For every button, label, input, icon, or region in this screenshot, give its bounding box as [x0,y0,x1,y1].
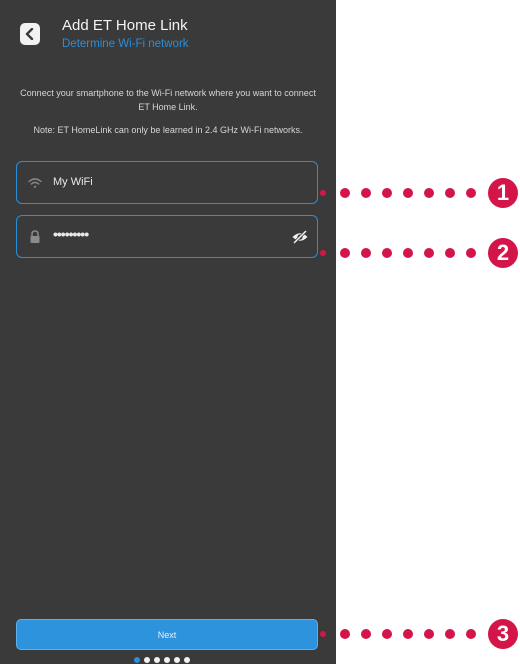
callout-number: 2 [488,238,518,268]
page-dot [174,657,180,663]
callout-1: 1 [320,178,520,208]
callout-number: 1 [488,178,518,208]
page-dot [154,657,160,663]
password-value: ••••••••• [53,226,89,242]
page-subtitle: Determine Wi-Fi network [62,38,189,50]
back-button[interactable] [20,23,40,45]
app-screen: Add ET Home Link Determine Wi-Fi network… [0,0,336,664]
page-dot [164,657,170,663]
dotted-leader-line [320,629,476,639]
note-text: Note: ET HomeLink can only be learned in… [33,125,303,135]
intro-text: Connect your smartphone to the Wi-Fi net… [20,88,316,112]
page-dot [134,657,140,663]
callout-number: 3 [488,619,518,649]
dotted-leader-line [320,248,476,258]
eye-slash-icon[interactable] [291,228,309,246]
wifi-icon [28,178,42,188]
page-title: Add ET Home Link [62,17,188,34]
page-dot [144,657,150,663]
page-indicator [134,657,190,663]
wifi-network-field[interactable]: My WiFi [16,161,318,204]
password-field[interactable]: ••••••••• [16,215,318,258]
next-button[interactable]: Next [16,619,318,650]
chevron-left-icon [25,28,34,40]
wifi-network-value: My WiFi [53,176,93,188]
callout-3: 3 [320,619,520,649]
callout-2: 2 [320,238,520,268]
lock-icon [30,230,40,243]
dotted-leader-line [320,188,476,198]
page-dot [184,657,190,663]
